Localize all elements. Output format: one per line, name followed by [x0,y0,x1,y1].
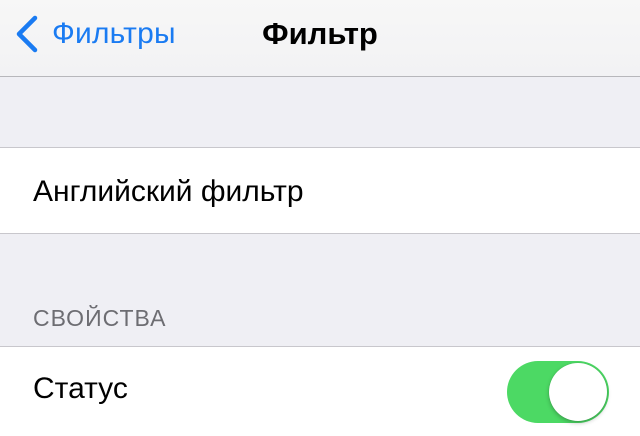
toggle-knob [549,363,607,421]
navigation-bar: Фильтры Фильтр [0,0,640,77]
status-toggle[interactable] [507,361,609,423]
filter-name-label: Английский фильтр [33,175,304,208]
status-cell: Статус [0,346,640,436]
status-label: Статус [33,372,128,405]
filter-name-cell[interactable]: Английский фильтр [0,147,640,234]
page-title: Фильтр [262,16,378,51]
properties-section-header: СВОЙСТВА [33,305,167,331]
